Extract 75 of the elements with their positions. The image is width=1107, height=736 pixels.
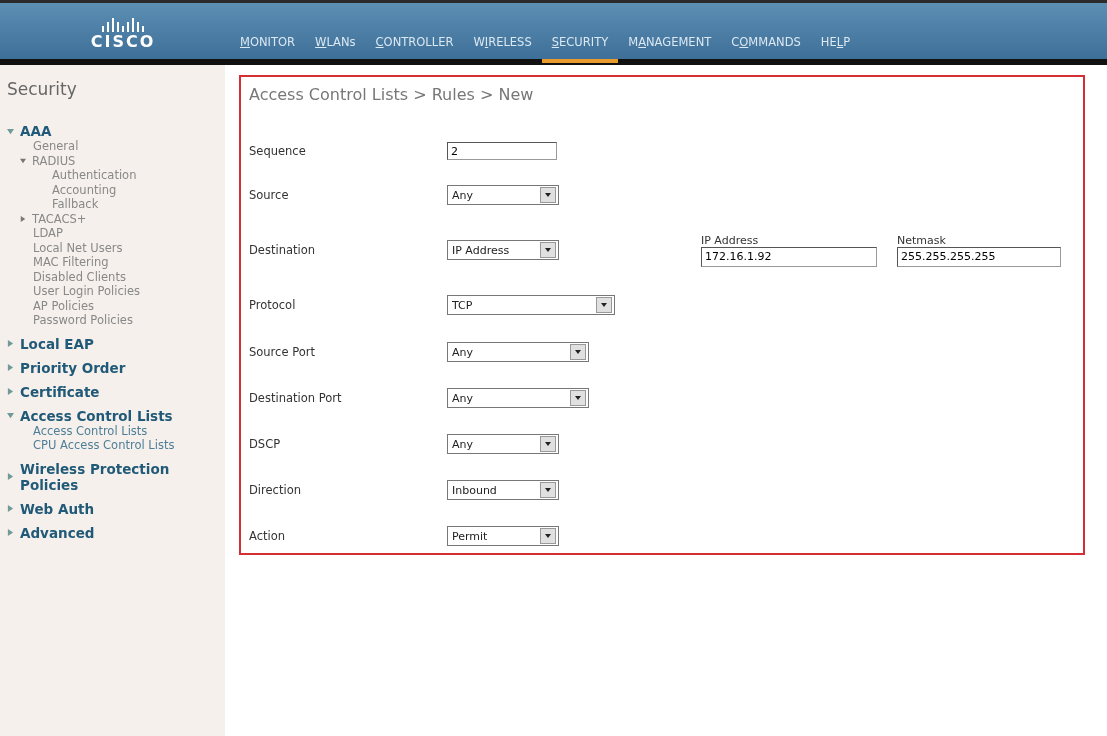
expanded-triangle-icon[interactable] <box>7 412 14 419</box>
sidebar-title: Security <box>7 79 78 99</box>
dropdown-arrow-icon <box>545 534 551 538</box>
dropdown[interactable]: IP Address <box>447 240 559 260</box>
sidebar-subitem[interactable]: Authentication <box>7 168 225 183</box>
sidebar-item[interactable]: AAA <box>7 123 225 139</box>
sidebar-item[interactable]: Access Control Lists <box>7 407 225 424</box>
collapsed-triangle-icon[interactable] <box>7 388 14 395</box>
dropdown[interactable]: Inbound <box>447 480 559 500</box>
sidebar-item[interactable]: Web Auth <box>7 500 225 517</box>
logo: CISCO <box>90 32 156 51</box>
dropdown[interactable]: TCP <box>447 295 615 315</box>
field-label: Direction <box>249 483 302 497</box>
dropdown-arrow-icon <box>545 248 551 252</box>
collapsed-triangle-icon[interactable] <box>7 364 14 371</box>
sidebar-subitem[interactable]: General <box>7 139 225 154</box>
expanded-triangle-icon[interactable] <box>20 157 26 164</box>
field-label: Destination Port <box>249 391 343 405</box>
field-label: Protocol <box>249 298 297 312</box>
collapsed-triangle-icon[interactable] <box>7 340 14 347</box>
sidebar-subitem[interactable]: AP Policies <box>7 298 225 313</box>
sidebar-subitem[interactable]: LDAP <box>7 226 225 241</box>
field-label: Netmask <box>897 233 947 247</box>
dropdown[interactable]: Permit <box>447 526 559 546</box>
dropdown-arrow-icon <box>545 442 551 446</box>
collapsed-triangle-icon[interactable] <box>7 529 14 536</box>
field-label: Source Port <box>249 345 316 359</box>
nav-tab[interactable]: MONITOR <box>230 35 306 63</box>
dropdown-arrow-icon <box>575 396 581 400</box>
dropdown[interactable]: Any <box>447 434 559 454</box>
input-field[interactable]: 255.255.255.255 <box>897 246 1061 267</box>
sidebar-subitem[interactable]: Local Net Users <box>7 240 225 255</box>
field-label: DSCP <box>249 437 282 451</box>
field-label: Action <box>249 529 287 543</box>
collapsed-triangle-icon[interactable] <box>7 473 14 480</box>
nav-tab[interactable]: WLANs <box>305 35 366 63</box>
dropdown-arrow-icon <box>545 488 551 492</box>
sidebar-subitem[interactable]: CPU Access Control Lists <box>7 438 225 453</box>
collapsed-triangle-icon[interactable] <box>7 505 14 512</box>
sidebar-subitem[interactable]: RADIUS <box>7 153 225 168</box>
sidebar-subitem[interactable]: Password Policies <box>7 313 225 328</box>
sidebar-item[interactable]: Priority Order <box>7 359 225 376</box>
sequence-field[interactable]: 2 <box>447 142 557 160</box>
sidebar-subitem[interactable]: MAC Filtering <box>7 255 225 270</box>
dropdown-arrow-icon <box>575 350 581 354</box>
dropdown[interactable]: Any <box>447 185 559 205</box>
sidebar-subitem[interactable]: Access Control Lists <box>7 423 225 438</box>
field-label: IP Address <box>701 233 760 247</box>
sidebar-subitem[interactable]: User Login Policies <box>7 284 225 299</box>
nav-tab[interactable]: HELP <box>810 35 861 63</box>
collapsed-triangle-icon[interactable] <box>20 215 26 222</box>
sidebar-item[interactable]: Advanced <box>7 524 225 541</box>
dropdown-arrow-icon <box>545 193 551 197</box>
sidebar-subitem[interactable]: Accounting <box>7 182 225 197</box>
dropdown-arrow-icon <box>601 303 607 307</box>
dropdown[interactable]: Any <box>447 342 589 362</box>
sidebar-subitem[interactable]: TACACS+ <box>7 211 225 226</box>
field-label: Sequence <box>249 144 307 158</box>
sidebar-item[interactable]: Certificate <box>7 383 225 400</box>
breadcrumb: Access Control Lists > Rules > New <box>249 85 535 104</box>
sidebar-item[interactable]: Wireless Protection Policies <box>7 460 225 493</box>
dropdown[interactable]: Any <box>447 388 589 408</box>
sidebar-subitem[interactable]: Fallback <box>7 197 225 212</box>
input-field[interactable]: 172.16.1.92 <box>701 246 877 267</box>
field-label: Source <box>249 188 290 202</box>
nav-tab[interactable]: CONTROLLER <box>365 35 464 63</box>
nav-tab[interactable]: WIRELESS <box>463 35 542 63</box>
nav-tab[interactable]: SECURITY <box>541 35 619 63</box>
sidebar-subitem[interactable]: Disabled Clients <box>7 269 225 284</box>
nav-tab[interactable]: COMMANDS <box>721 35 811 63</box>
logo-bars-icon <box>102 18 144 32</box>
expanded-triangle-icon[interactable] <box>7 127 14 135</box>
sidebar-item[interactable]: Local EAP <box>7 335 225 352</box>
field-label: Destination <box>249 243 316 257</box>
nav-tab[interactable]: MANAGEMENT <box>618 35 722 63</box>
